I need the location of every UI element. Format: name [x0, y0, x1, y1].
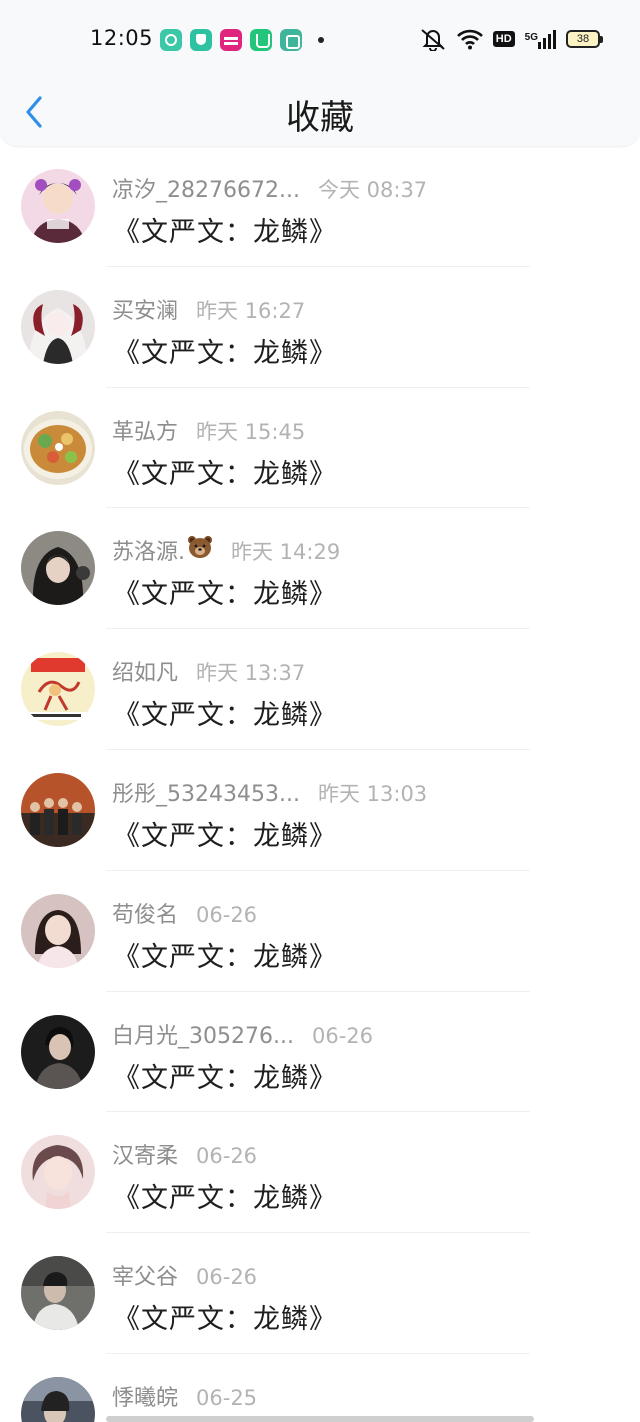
item-meta: 苟俊名 06-26 — [112, 897, 257, 929]
list-item[interactable]: 彤彤_53243453... 昨天 13:03 《文严文：龙鳞》 — [0, 750, 640, 871]
item-content: 《文严文：龙鳞》 — [113, 1062, 337, 1094]
item-meta: 悸曦皖 06-25 — [112, 1380, 257, 1412]
item-meta: 买安澜 昨天 16:27 — [112, 293, 305, 325]
item-meta: 凉汐_28276672... 今天 08:37 — [112, 172, 427, 204]
favorites-list: 凉汐_28276672... 今天 08:37 《文严文：龙鳞》 买安澜 昨天 … — [0, 146, 640, 1422]
system-icons: HD 5G 38 — [419, 27, 603, 51]
list-item[interactable]: 悸曦皖 06-25 — [0, 1354, 640, 1422]
item-meta: 汉寄柔 06-26 — [112, 1138, 257, 1170]
list-item[interactable]: 苟俊名 06-26 《文严文：龙鳞》 — [0, 871, 640, 992]
notification-icons — [160, 29, 324, 51]
item-meta: 彤彤_53243453... 昨天 13:03 — [112, 776, 427, 808]
user-name: 绍如凡 — [112, 661, 179, 687]
user-name: 苏洛源. — [112, 540, 185, 566]
avatar[interactable] — [21, 1376, 95, 1422]
item-time: 06-26 — [196, 1144, 258, 1169]
item-content: 《文严文：龙鳞》 — [113, 1304, 337, 1336]
user-name: 凉汐_28276672... — [112, 178, 300, 203]
avatar[interactable] — [21, 289, 95, 364]
user-name: 革弘方 — [112, 419, 179, 445]
item-content: 《文严文：龙鳞》 — [113, 458, 337, 490]
bear-face-icon — [188, 536, 212, 559]
item-time: 今天 08:37 — [317, 178, 428, 202]
user-name: 苟俊名 — [112, 902, 179, 928]
item-time: 昨天 16:27 — [196, 298, 306, 323]
list-item[interactable]: 买安澜 昨天 16:27 《文严文：龙鳞》 — [0, 267, 640, 388]
item-content: 《文严文：龙鳞》 — [113, 1183, 337, 1215]
user-name: 买安澜 — [112, 298, 179, 324]
page-title: 收藏 — [286, 98, 354, 138]
hd-voice-badge: HD — [492, 31, 515, 47]
nav-bar: 收藏 — [0, 80, 640, 146]
item-time: 昨天 13:37 — [196, 661, 306, 686]
mute-bell-icon — [421, 29, 445, 51]
item-time: 06-26 — [196, 1265, 258, 1290]
list-item[interactable]: 宰父谷 06-26 《文严文：龙鳞》 — [0, 1233, 640, 1354]
item-time: 06-26 — [311, 1023, 373, 1048]
user-name: 白月光_305276... — [112, 1023, 294, 1049]
wifi-icon — [456, 29, 483, 50]
user-name: 汉寄柔 — [112, 1144, 179, 1170]
user-name: 宰父谷 — [112, 1265, 179, 1291]
app-notification-icon — [190, 29, 212, 51]
item-content: 《文严文：龙鳞》 — [113, 337, 337, 369]
item-time: 06-25 — [196, 1385, 258, 1410]
item-content: 《文严文：龙鳞》 — [113, 700, 337, 732]
list-item[interactable]: 革弘方 昨天 15:45 《文严文：龙鳞》 — [0, 388, 640, 509]
item-meta: 宰父谷 06-26 — [112, 1259, 257, 1291]
network-type-label: 5G — [524, 32, 538, 43]
avatar[interactable] — [21, 1256, 95, 1331]
item-meta: 绍如凡 昨天 13:37 — [112, 655, 305, 687]
app-notification-icon — [160, 29, 182, 51]
item-content: 《文严文：龙鳞》 — [113, 941, 337, 973]
avatar[interactable] — [21, 893, 95, 968]
more-notifications-dot-icon — [318, 37, 324, 43]
app-notification-icon — [250, 29, 272, 51]
list-item[interactable]: 凉汐_28276672... 今天 08:37 《文严文：龙鳞》 — [0, 146, 640, 267]
signal-icon — [538, 30, 556, 49]
avatar[interactable] — [21, 772, 95, 847]
avatar[interactable] — [21, 1014, 95, 1089]
user-name: 悸曦皖 — [112, 1385, 179, 1411]
scroll-indicator — [106, 1416, 534, 1422]
item-time: 昨天 13:03 — [317, 781, 428, 806]
avatar[interactable] — [21, 169, 95, 243]
item-content: 《文严文：龙鳞》 — [113, 217, 337, 248]
avatar[interactable] — [21, 652, 95, 727]
status-time: 12:05 — [90, 26, 154, 50]
item-time: 06-26 — [196, 902, 258, 927]
item-content: 《文严文：龙鳞》 — [113, 820, 337, 852]
battery-icon: 38 — [566, 30, 603, 48]
item-meta: 革弘方 昨天 15:45 — [112, 414, 305, 446]
list-item[interactable]: 绍如凡 昨天 13:37 《文严文：龙鳞》 — [0, 629, 640, 750]
item-meta: 白月光_305276... 06-26 — [112, 1018, 373, 1050]
list-item[interactable]: 白月光_305276... 06-26 《文严文：龙鳞》 — [0, 992, 640, 1113]
item-time: 昨天 14:29 — [231, 540, 341, 565]
item-content: 《文严文：龙鳞》 — [113, 579, 337, 611]
status-bar: 12:05 HD 5G 38 — [0, 0, 640, 80]
list-item[interactable]: 苏洛源. 昨天 14:29 《文严文：龙鳞》 — [0, 508, 640, 630]
avatar[interactable] — [21, 531, 95, 606]
app-notification-icon — [280, 29, 302, 51]
avatar[interactable] — [21, 410, 95, 485]
app-notification-icon — [220, 29, 242, 51]
avatar[interactable] — [21, 1135, 95, 1210]
list-item[interactable]: 汉寄柔 06-26 《文严文：龙鳞》 — [0, 1112, 640, 1234]
item-meta: 苏洛源. 昨天 14:29 — [112, 534, 340, 566]
item-time: 昨天 15:45 — [196, 419, 306, 444]
user-name: 彤彤_53243453... — [112, 781, 300, 807]
